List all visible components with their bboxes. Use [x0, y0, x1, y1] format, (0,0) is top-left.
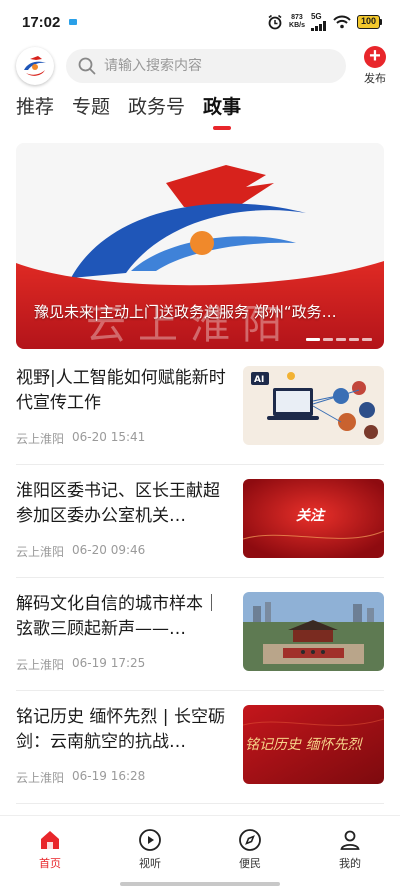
signal-icon	[310, 21, 326, 31]
news-item[interactable]: 淮阳区委书记、区长王献超参加区委办公室机关… 云上淮阳 06-20 09:46 …	[16, 465, 384, 578]
news-source: 云上淮阳	[16, 545, 65, 559]
thumb-follow-label: 关注	[296, 507, 326, 524]
news-source: 云上淮阳	[16, 432, 65, 446]
news-time: 06-19 16:28	[72, 769, 146, 783]
tab-government-accounts[interactable]: 政务号	[128, 90, 185, 132]
news-title: 解码文化自信的城市样本｜弦歌三顾起新声——…	[16, 594, 220, 639]
thumb-ai-label: AI	[254, 375, 264, 385]
news-item[interactable]: 解码文化自信的城市样本｜弦歌三顾起新声——… 云上淮阳 06-19 17:25	[16, 578, 384, 691]
tab-government-affairs[interactable]: 政事	[203, 90, 241, 132]
app-notification-icon	[69, 19, 78, 25]
news-title: 视野|人工智能如何赋能新时代宣传工作	[16, 368, 226, 413]
signal-label: 5G	[310, 12, 322, 21]
news-source: 云上淮阳	[16, 771, 65, 785]
news-meta: 云上淮阳 06-19 17:25	[16, 656, 145, 673]
news-item[interactable]: 铭记历史 缅怀先烈 | 长空砺剑：云南航空的抗战… 云上淮阳 06-19 16:…	[16, 691, 384, 804]
user-icon	[340, 830, 360, 850]
status-bar: 17:02 873 KB/s 5G 100	[0, 0, 400, 44]
publish-button[interactable]: + 发布	[364, 46, 386, 86]
news-time: 06-20 09:46	[72, 543, 146, 557]
nav-profile-label: 我的	[339, 857, 361, 870]
status-time: 17:02	[22, 13, 61, 31]
news-item[interactable]: 视野|人工智能如何赋能新时代宣传工作 云上淮阳 06-20 15:41 AI	[16, 352, 384, 465]
wifi-icon	[333, 15, 351, 29]
publish-label: 发布	[364, 72, 386, 85]
news-thumbnail: 铭记历史 缅怀先烈	[243, 705, 384, 784]
news-title: 铭记历史 缅怀先烈 | 长空砺剑：云南航空的抗战…	[16, 707, 225, 752]
net-speed: 873 KB/s	[289, 14, 305, 29]
news-list: 视野|人工智能如何赋能新时代宣传工作 云上淮阳 06-20 15:41 AI 淮…	[16, 352, 384, 804]
battery-indicator: 100	[356, 15, 382, 29]
search-input[interactable]	[104, 58, 304, 74]
bottom-nav: 首页 视听 便民 我的	[0, 815, 400, 889]
nav-services[interactable]: 便民	[200, 816, 300, 889]
category-tabs: 推荐 专题 政务号 政事	[0, 90, 400, 132]
compass-icon	[239, 829, 261, 851]
carousel-indicator	[306, 338, 372, 341]
news-meta: 云上淮阳 06-20 15:41	[16, 430, 145, 447]
home-indicator	[120, 882, 280, 886]
play-icon	[139, 829, 161, 851]
thumb-memorial-label: 铭记历史 缅怀先烈	[245, 737, 363, 753]
logo-icon	[24, 56, 46, 76]
news-meta: 云上淮阳 06-19 16:28	[16, 769, 145, 786]
nav-services-label: 便民	[239, 857, 261, 870]
news-source: 云上淮阳	[16, 658, 65, 672]
home-icon	[41, 831, 59, 849]
news-title: 淮阳区委书记、区长王献超参加区委办公室机关…	[16, 481, 220, 526]
nav-home[interactable]: 首页	[0, 816, 100, 889]
banner-caption: 豫见未来|主动上门送政务送服务 郑州“政务…	[34, 303, 337, 321]
news-meta: 云上淮阳 06-20 09:46	[16, 543, 145, 560]
top-bar: + 发布	[0, 44, 400, 88]
nav-media[interactable]: 视听	[100, 816, 200, 889]
nav-media-label: 视听	[139, 857, 161, 870]
plus-icon: +	[364, 46, 386, 68]
news-thumbnail: 关注	[243, 479, 384, 558]
news-thumbnail	[243, 592, 384, 671]
nav-home-label: 首页	[39, 857, 61, 870]
alarm-icon	[268, 14, 282, 30]
app-logo[interactable]	[16, 47, 54, 85]
news-time: 06-19 17:25	[72, 656, 146, 670]
tab-topics[interactable]: 专题	[72, 90, 110, 132]
news-thumbnail: AI	[243, 366, 384, 445]
search-bar[interactable]	[66, 49, 346, 83]
search-icon	[78, 57, 96, 75]
tab-recommend[interactable]: 推荐	[16, 90, 54, 132]
nav-profile[interactable]: 我的	[300, 816, 400, 889]
news-time: 06-20 15:41	[72, 430, 146, 444]
banner-carousel[interactable]: 云上淮阳 豫见未来|主动上门送政务送服务 郑州“政务…	[16, 143, 384, 349]
